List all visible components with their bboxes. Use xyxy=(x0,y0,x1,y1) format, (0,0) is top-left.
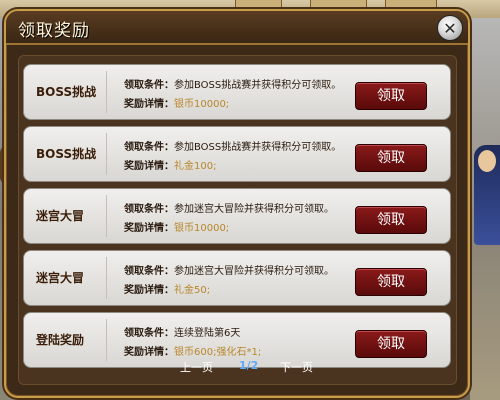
reward-row: 迷宫大冒 领取条件：参加迷宫大冒险并获得积分可领取。 奖励详情：礼金50; 领取 xyxy=(23,250,451,306)
reward-dialog: 领取奖励 ✕ BOSS挑战 领取条件：参加BOSS挑战赛并获得积分可领取。 奖励… xyxy=(4,9,470,398)
reward-label: 奖励详情： xyxy=(124,285,174,296)
reward-condition: 参加BOSS挑战赛并获得积分可领取。 xyxy=(174,142,342,153)
condition-label: 领取条件： xyxy=(124,328,174,339)
reward-name: BOSS挑战 xyxy=(36,147,97,161)
page-indicator: 1/2 xyxy=(239,359,259,372)
row-divider xyxy=(106,133,107,175)
dialog-title: 领取奖励 xyxy=(18,21,90,41)
reward-label: 奖励详情： xyxy=(124,99,174,110)
next-page-link[interactable]: 下一页 xyxy=(280,359,313,375)
reward-row: BOSS挑战 领取条件：参加BOSS挑战赛并获得积分可领取。 奖励详情：银币10… xyxy=(23,64,451,120)
claim-button[interactable]: 领取 xyxy=(355,268,427,296)
reward-condition: 连续登陆第6天 xyxy=(174,328,241,339)
prev-page-link[interactable]: 上一页 xyxy=(180,359,213,375)
row-divider xyxy=(106,257,107,299)
claim-button[interactable]: 领取 xyxy=(355,330,427,358)
condition-label: 领取条件： xyxy=(124,80,174,91)
reward-name: 迷宫大冒 xyxy=(36,209,85,223)
reward-name: BOSS挑战 xyxy=(36,85,97,99)
reward-name: 迷宫大冒 xyxy=(36,271,85,285)
reward-detail: 银币600;强化石*1; xyxy=(174,347,262,358)
reward-condition: 参加BOSS挑战赛并获得积分可领取。 xyxy=(174,80,342,91)
row-divider xyxy=(106,319,107,361)
reward-condition: 参加迷宫大冒险并获得积分可领取。 xyxy=(174,266,334,277)
reward-detail: 礼金50; xyxy=(174,285,211,296)
game-character-head xyxy=(478,150,496,172)
close-icon[interactable]: ✕ xyxy=(437,15,463,41)
reward-row: BOSS挑战 领取条件：参加BOSS挑战赛并获得积分可领取。 奖励详情：礼金10… xyxy=(23,126,451,182)
pagination: 上一页 1/2 下一页 xyxy=(6,359,468,379)
condition-label: 领取条件： xyxy=(124,266,174,277)
reward-label: 奖励详情： xyxy=(124,161,174,172)
condition-label: 领取条件： xyxy=(124,204,174,215)
reward-label: 奖励详情： xyxy=(124,223,174,234)
reward-list: BOSS挑战 领取条件：参加BOSS挑战赛并获得积分可领取。 奖励详情：银币10… xyxy=(18,55,457,385)
reward-detail: 礼金100; xyxy=(174,161,217,172)
claim-button[interactable]: 领取 xyxy=(355,144,427,172)
reward-detail: 银币10000; xyxy=(174,99,230,110)
claim-button[interactable]: 领取 xyxy=(355,82,427,110)
row-divider xyxy=(106,195,107,237)
claim-button[interactable]: 领取 xyxy=(355,206,427,234)
condition-label: 领取条件： xyxy=(124,142,174,153)
reward-label: 奖励详情： xyxy=(124,347,174,358)
dialog-titlebar: 领取奖励 ✕ xyxy=(6,11,468,45)
reward-row: 迷宫大冒 领取条件：参加迷宫大冒险并获得积分可领取。 奖励详情：银币10000;… xyxy=(23,188,451,244)
reward-condition: 参加迷宫大冒险并获得积分可领取。 xyxy=(174,204,334,215)
row-divider xyxy=(106,71,107,113)
reward-detail: 银币10000; xyxy=(174,223,230,234)
